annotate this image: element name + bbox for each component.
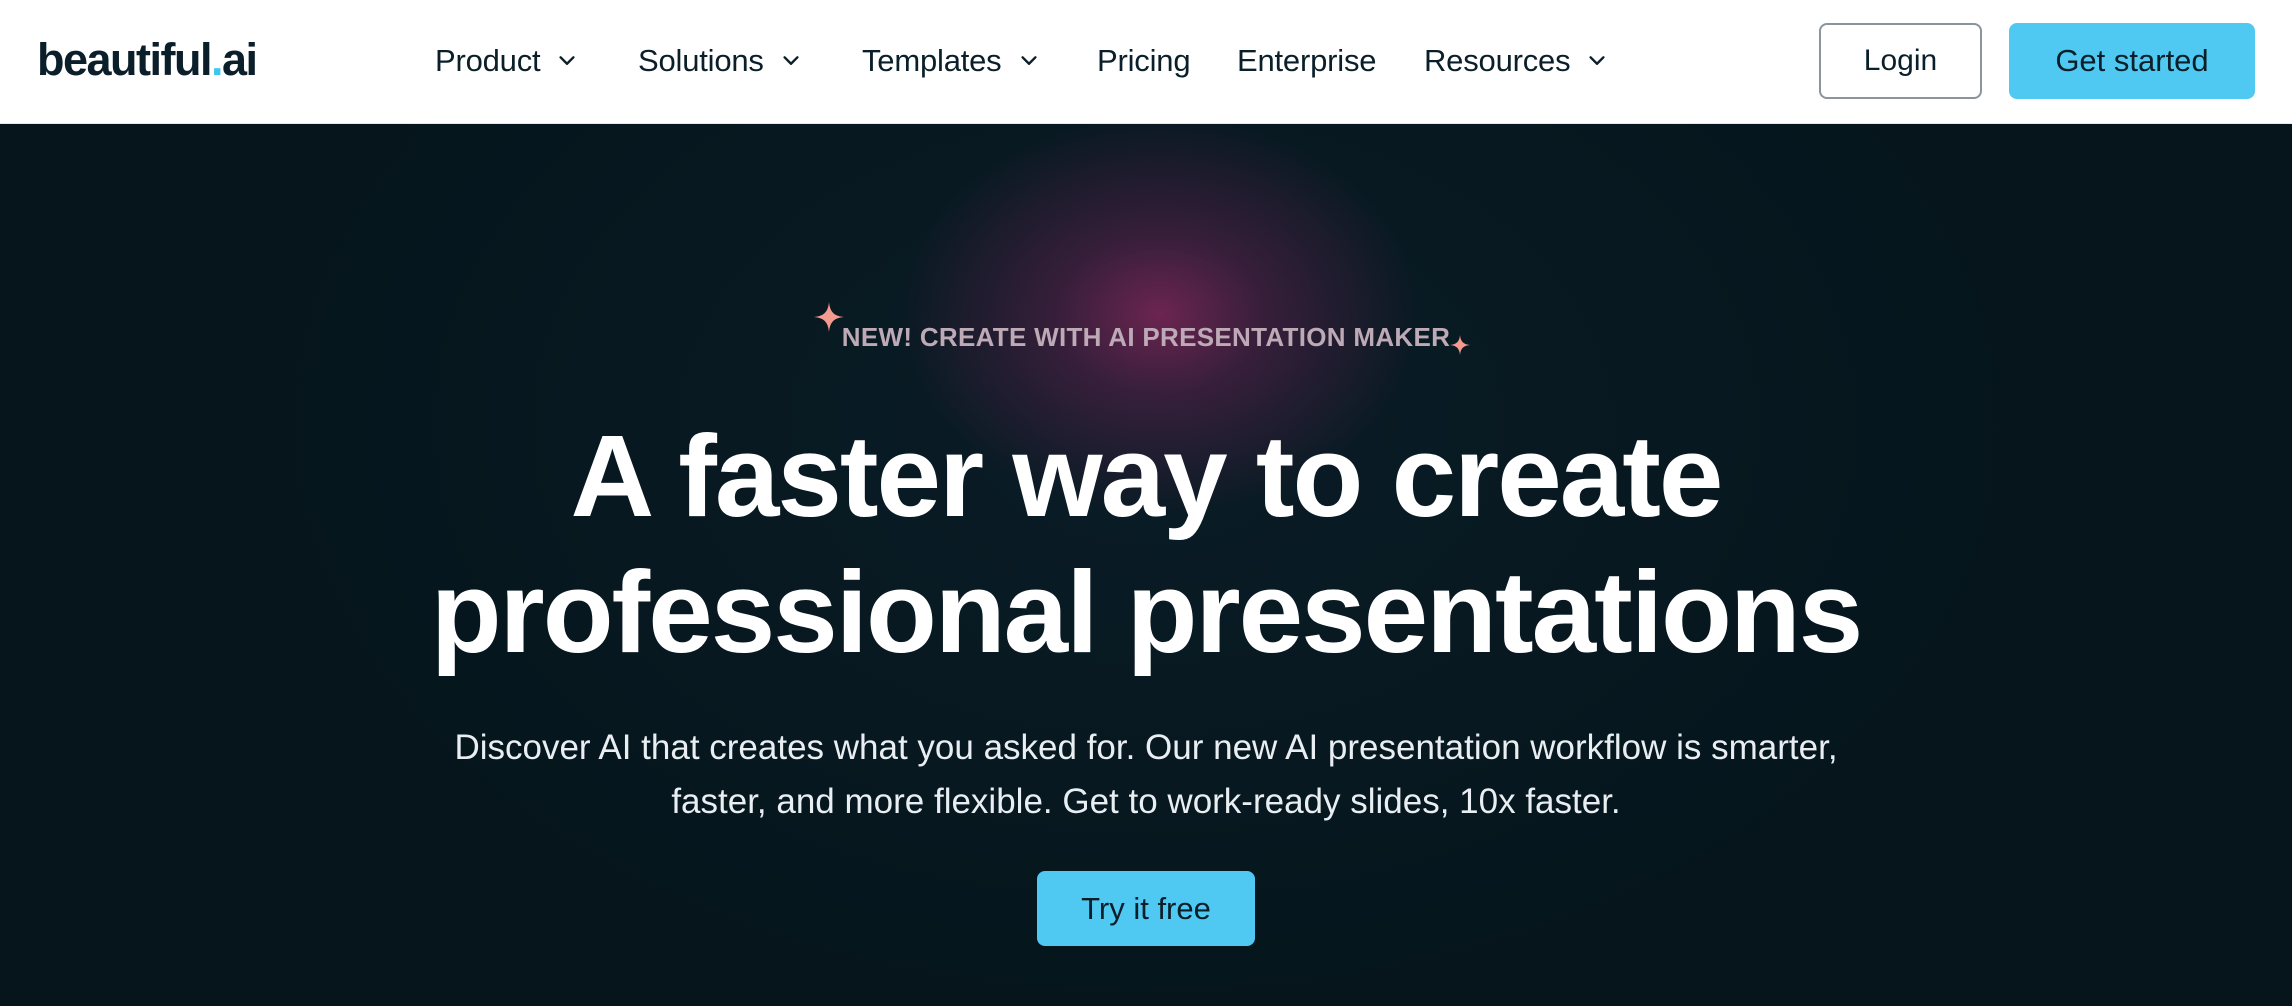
chevron-down-icon: [559, 56, 576, 65]
top-navbar: beautiful.ai Product Solutions Templates…: [0, 0, 2292, 124]
nav-item-product[interactable]: Product: [435, 36, 578, 86]
hero-subtext-line: Discover AI that creates what you asked …: [454, 728, 1838, 767]
logo-main: beautiful: [37, 34, 213, 85]
nav-item-solutions[interactable]: Solutions: [638, 36, 802, 86]
nav-item-label: Enterprise: [1237, 43, 1377, 78]
nav-item-label: Pricing: [1097, 43, 1191, 78]
get-started-button[interactable]: Get started: [2009, 23, 2255, 99]
nav-item-label: Resources: [1424, 43, 1571, 78]
sparkle-icon: [1450, 335, 1470, 355]
hero-subtext-line: faster, and more flexible. Get to work-r…: [671, 782, 1621, 821]
hero-headline-line: professional presentations: [430, 547, 1864, 677]
chevron-down-icon: [783, 56, 799, 65]
hero-headline-line: A faster way to create: [570, 411, 1724, 541]
hero-section: NEW! CREATE WITH AI PRESENTATION MAKER A…: [0, 124, 2292, 1006]
try-it-free-button[interactable]: Try it free: [1037, 871, 1255, 946]
nav-item-label: Solutions: [638, 43, 764, 78]
nav-item-label: Templates: [862, 43, 1002, 78]
logo-tld: ai: [222, 34, 258, 85]
logo[interactable]: beautiful.ai: [37, 34, 258, 86]
nav-item-pricing[interactable]: Pricing: [1097, 36, 1191, 86]
new-feature-badge[interactable]: NEW! CREATE WITH AI PRESENTATION MAKER: [0, 322, 2292, 353]
hero-subtext: Discover AI that creates what you asked …: [0, 721, 2292, 829]
logo-dot: .: [211, 34, 224, 85]
login-button[interactable]: Login: [1819, 23, 1982, 99]
nav-item-enterprise[interactable]: Enterprise: [1237, 36, 1376, 86]
hero-headline: A faster way to create professional pres…: [0, 408, 2292, 680]
nav-item-label: Product: [435, 43, 541, 78]
nav-item-resources[interactable]: Resources: [1424, 36, 1608, 86]
chevron-down-icon: [1020, 56, 1037, 65]
chevron-down-icon: [1589, 56, 1605, 65]
nav-item-templates[interactable]: Templates: [862, 36, 1040, 86]
